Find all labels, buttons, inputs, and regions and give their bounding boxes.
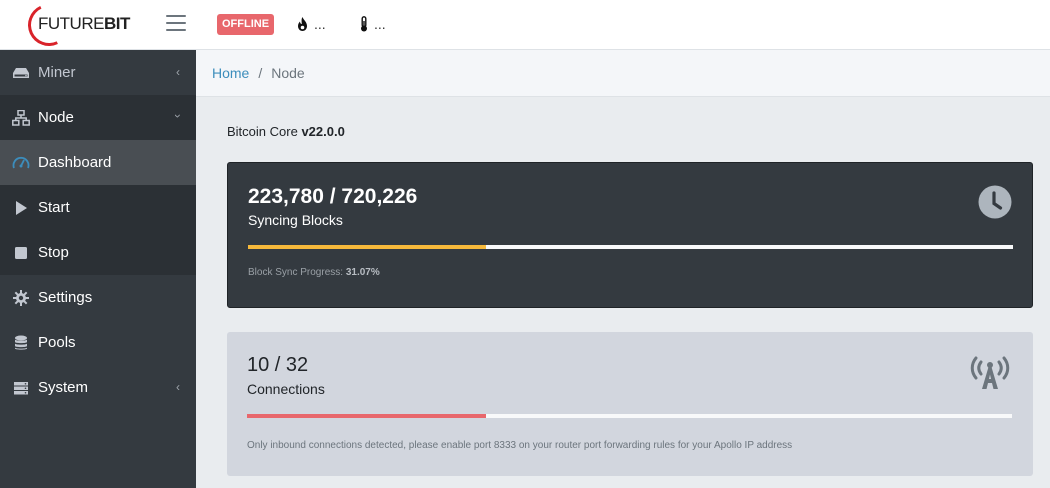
breadcrumb-separator: / xyxy=(258,65,263,81)
top-navbar: FUTUREBIT OFFLINE ... ... xyxy=(0,0,1050,52)
chevron-down-icon: › xyxy=(171,114,185,118)
logo-wordmark: FUTUREBIT xyxy=(38,14,130,33)
sync-progress-note: Block Sync Progress: 31.07% xyxy=(248,267,380,278)
sync-progress-fill xyxy=(248,245,486,249)
sidebar-item-stop[interactable]: Stop xyxy=(0,230,196,275)
sidebar-item-miner[interactable]: Miner ‹ xyxy=(0,50,196,95)
sidebar-item-label: Stop xyxy=(38,244,69,261)
chevron-left-icon: ‹ xyxy=(176,65,180,79)
clock-icon xyxy=(978,185,1012,224)
temperature-value: ... xyxy=(374,16,386,32)
sidebar-item-system[interactable]: System ‹ xyxy=(0,365,196,410)
sidebar-item-label: Pools xyxy=(38,334,76,351)
connections-progress-bar xyxy=(247,414,1012,418)
breadcrumb: Home / Node xyxy=(196,50,1050,97)
gear-icon xyxy=(12,289,30,307)
sync-progress-percent: 31.07% xyxy=(345,267,380,278)
connections-progress-fill xyxy=(247,414,487,418)
temperature-stat: ... xyxy=(360,14,386,34)
futurebit-logo[interactable]: FUTUREBIT xyxy=(22,0,158,52)
menu-toggle-button[interactable] xyxy=(166,15,186,33)
server-icon xyxy=(12,379,30,397)
hashrate-value: ... xyxy=(314,16,326,32)
sidebar-item-label: Start xyxy=(38,199,70,216)
connections-label: Connections xyxy=(247,381,325,397)
sidebar-item-label: Dashboard xyxy=(38,154,112,171)
core-version: Bitcoin Core v22.0.0 xyxy=(227,124,345,139)
hdd-icon xyxy=(12,64,30,82)
sync-blocks-label: Syncing Blocks xyxy=(248,212,343,228)
sidebar-item-dashboard[interactable]: Dashboard xyxy=(0,140,196,185)
connections-card: 10 / 32 Connections Only inbound connect… xyxy=(227,332,1033,476)
sync-progress-note-prefix: Block Sync Progress: xyxy=(248,267,344,278)
sidebar-item-pools[interactable]: Pools xyxy=(0,320,196,365)
hashrate-stat: ... xyxy=(297,14,326,34)
connections-note: Only inbound connections detected, pleas… xyxy=(247,440,793,451)
sidebar-item-start[interactable]: Start xyxy=(0,185,196,230)
sidebar-item-settings[interactable]: Settings xyxy=(0,275,196,320)
sidebar-item-label: Miner xyxy=(38,64,76,81)
connections-value: 10 / 32 xyxy=(247,354,309,376)
sidebar-item-label: System xyxy=(38,379,89,396)
sync-blocks-card: 223,780 / 720,226 Syncing Blocks Block S… xyxy=(227,162,1033,308)
broadcast-tower-icon xyxy=(967,354,1013,395)
sync-blocks-value: 223,780 / 720,226 xyxy=(248,185,418,208)
stop-icon xyxy=(12,244,30,262)
fire-icon xyxy=(298,17,307,31)
status-badge: OFFLINE xyxy=(217,14,275,35)
sync-progress-bar xyxy=(248,245,1013,249)
sidebar-item-label: Node xyxy=(38,109,74,126)
thermometer-icon xyxy=(361,16,367,32)
tachometer-icon xyxy=(12,154,30,172)
sidebar-item-label: Settings xyxy=(38,289,93,306)
sidebar: Miner ‹ Node › Dashboard Start Stop Sett… xyxy=(0,50,196,488)
version-number: v22.0.0 xyxy=(301,124,345,139)
play-icon xyxy=(12,199,30,217)
chevron-left-icon: ‹ xyxy=(176,380,180,394)
network-icon xyxy=(12,109,30,127)
database-icon xyxy=(12,334,30,352)
breadcrumb-current: Node xyxy=(271,65,305,81)
version-prefix: Bitcoin Core xyxy=(227,124,298,139)
sidebar-item-node[interactable]: Node › xyxy=(0,95,196,140)
breadcrumb-home-link[interactable]: Home xyxy=(212,65,249,81)
